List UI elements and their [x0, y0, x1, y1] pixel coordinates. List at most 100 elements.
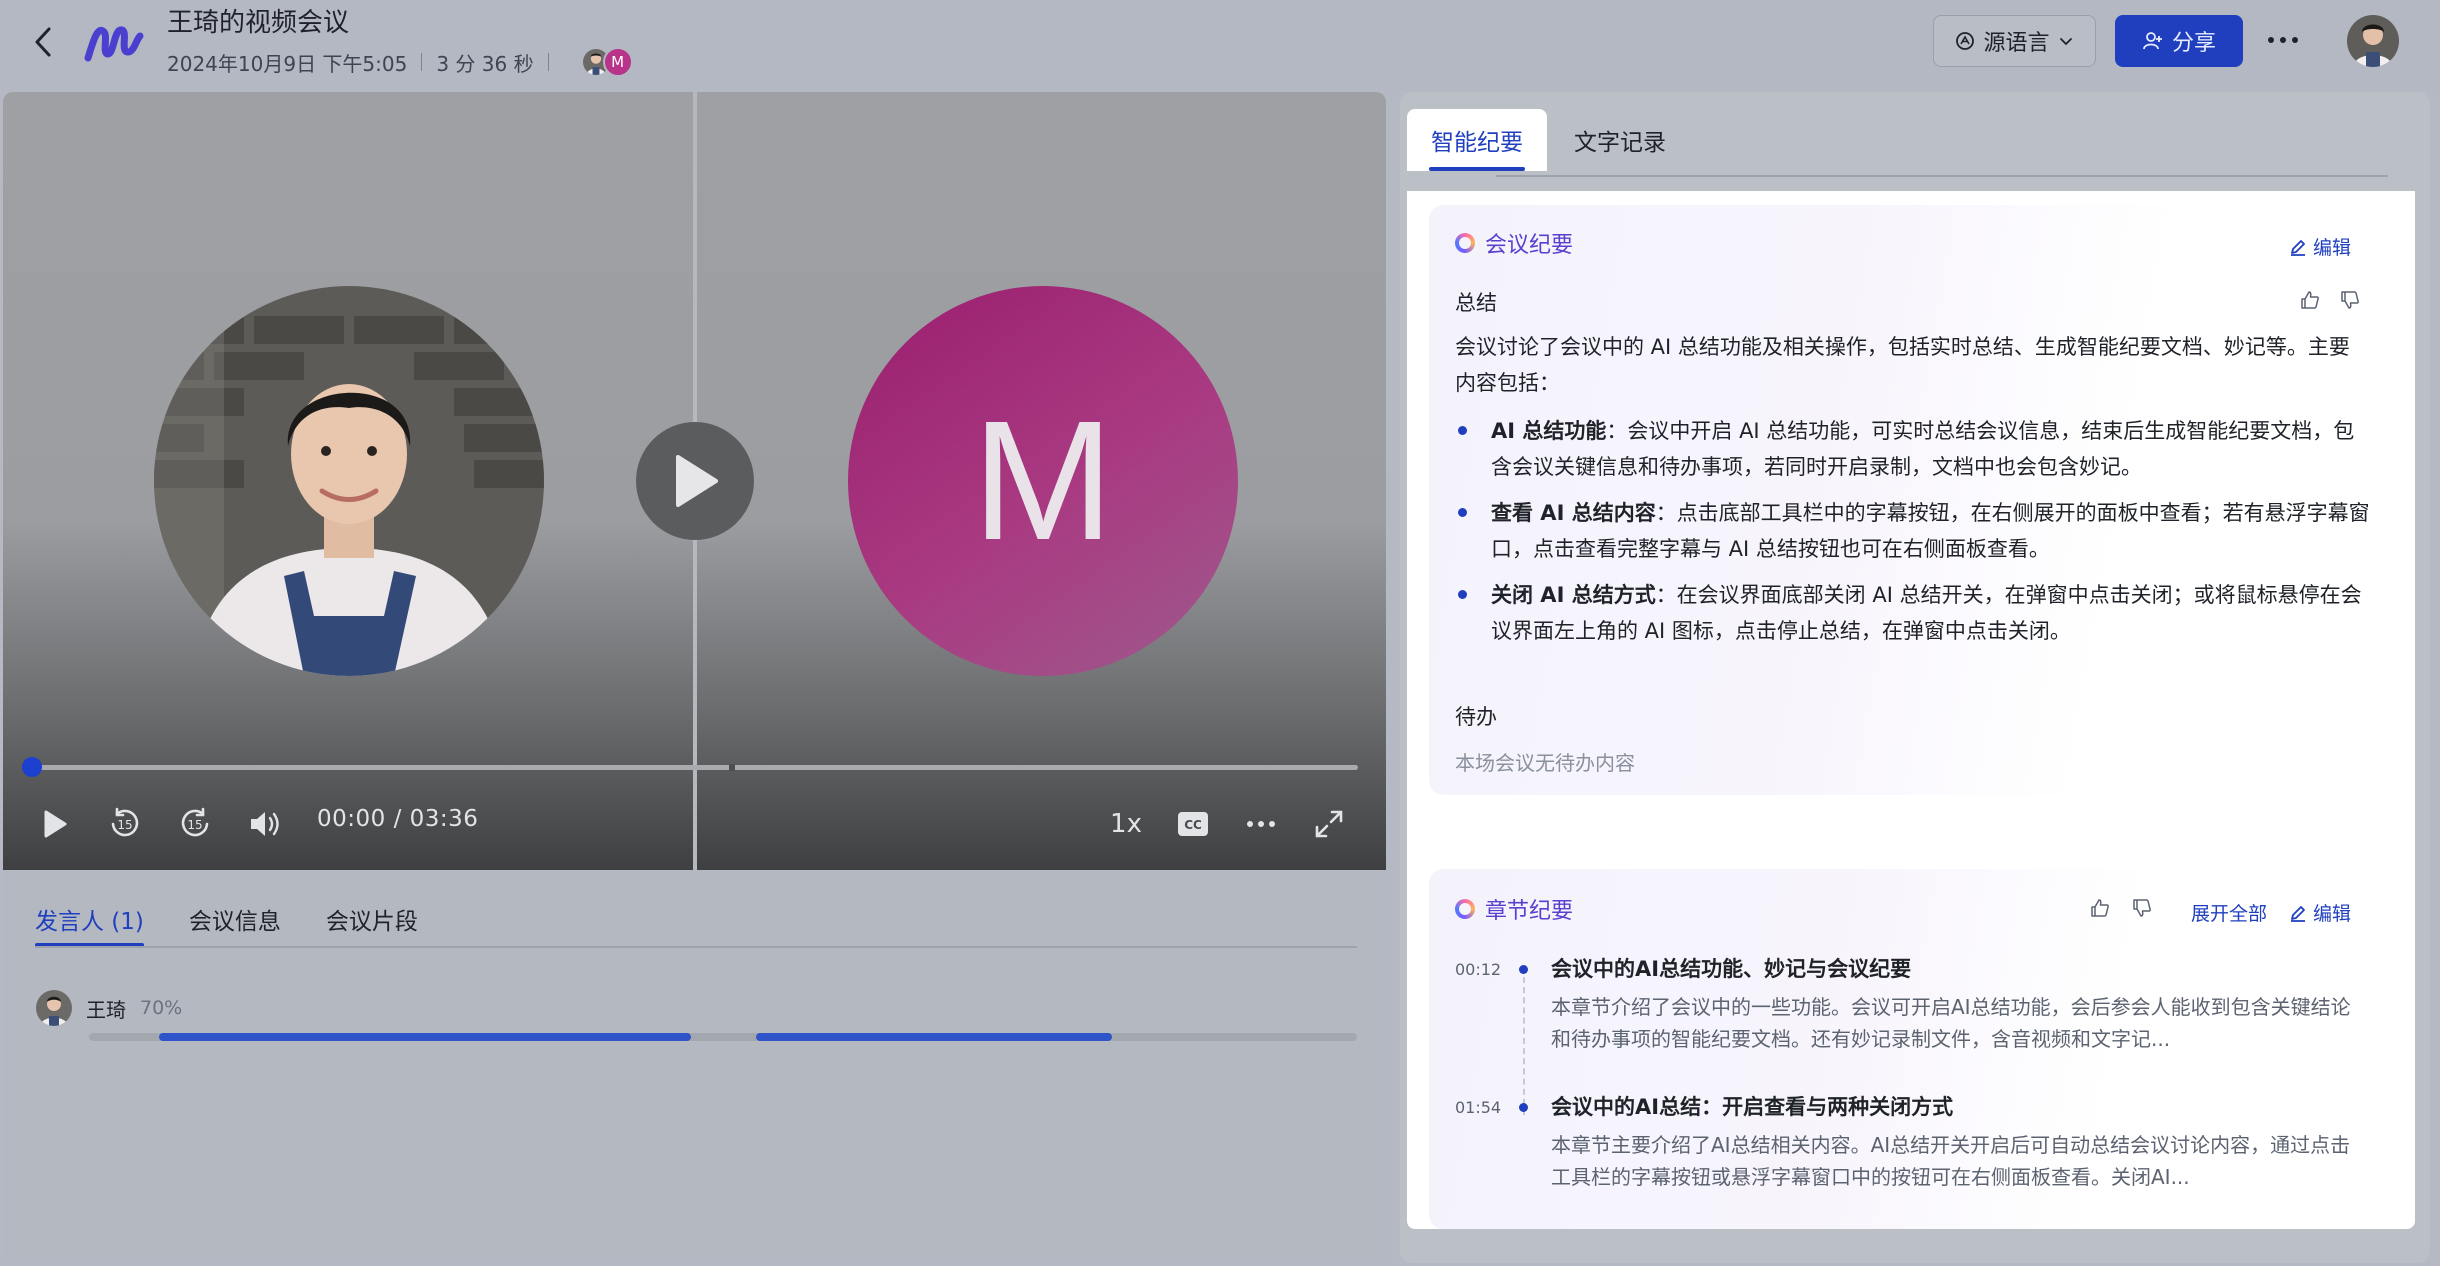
thumbs-down-icon	[2341, 291, 2359, 309]
tab-speakers[interactable]: 发言人 (1)	[35, 902, 144, 947]
back-button[interactable]	[28, 22, 58, 62]
play-button[interactable]	[33, 802, 77, 846]
bullet-heading: 查看 AI 总结内容	[1491, 501, 1656, 525]
caption-button[interactable]: CC	[1171, 802, 1215, 846]
video-progress-bar[interactable]	[33, 764, 1358, 771]
meeting-title: 王琦的视频会议	[167, 8, 350, 38]
chapter-minutes-section: 章节纪要 展开全部 编辑 00:12 会议中的AI总结功能、妙记与会议纪要 本章…	[1429, 869, 2393, 1229]
forward-15-button[interactable]: 15	[173, 802, 217, 846]
speaker-talk-timeline[interactable]	[89, 1033, 1357, 1041]
like-chapters-button[interactable]	[2087, 895, 2113, 921]
dislike-summary-button[interactable]	[2337, 287, 2363, 313]
cc-icon: CC	[1178, 812, 1208, 836]
playback-time: 00:00 / 03:36	[317, 806, 479, 832]
more-horizontal-icon	[2268, 37, 2298, 43]
speaker-video-tile	[154, 286, 544, 676]
bullet-text: ：会议中开启 AI 总结功能，可实时总结会议信息，结束后生成智能纪要文档，包含会…	[1491, 419, 2355, 479]
volume-icon	[251, 812, 279, 836]
user-avatar[interactable]	[2347, 15, 2399, 67]
chapter-title[interactable]: 会议中的AI总结：开启查看与两种关闭方式	[1551, 1091, 1953, 1121]
chapter-time[interactable]: 01:54	[1455, 1098, 1501, 1117]
more-horizontal-icon	[1247, 821, 1275, 827]
meeting-duration: 3 分 36 秒	[436, 51, 534, 76]
tab-meeting-clips[interactable]: 会议片段	[326, 902, 418, 944]
volume-button[interactable]	[243, 802, 287, 846]
summary-bullet: 关闭 AI 总结方式：在会议界面底部关闭 AI 总结开关，在弹窗中点击关闭；或将…	[1455, 577, 2375, 649]
edit-minutes-button[interactable]: 编辑	[2289, 233, 2351, 260]
meeting-meta: 2024年10月9日 下午5:05 3 分 36 秒 M	[167, 47, 633, 77]
bullet-heading: 关闭 AI 总结方式	[1491, 583, 1656, 607]
edit-icon	[2291, 239, 2305, 256]
meeting-date: 2024年10月9日 下午5:05	[167, 51, 408, 76]
expand-all-button[interactable]: 展开全部	[2191, 899, 2267, 926]
like-summary-button[interactable]	[2297, 287, 2323, 313]
summary-bullet: AI 总结功能：会议中开启 AI 总结功能，可实时总结会议信息，结束后生成智能纪…	[1455, 413, 2375, 485]
speaker-name: 王琦	[86, 997, 126, 1022]
playback-speed-button[interactable]: 1x	[1101, 802, 1151, 846]
left-tabs: 发言人 (1) 会议信息 会议片段	[35, 902, 418, 947]
meta-divider	[421, 53, 423, 71]
svg-text:15: 15	[187, 818, 202, 832]
video-player[interactable]: M 15 15 00:00 / 03:36 1x CC	[3, 92, 1386, 870]
tabs-underline	[35, 946, 1357, 948]
speaker-percent: 70%	[140, 997, 183, 1019]
more-controls-button[interactable]	[1239, 802, 1283, 846]
edit-chapters-button[interactable]: 编辑	[2289, 899, 2351, 926]
progress-segment-gap	[729, 764, 735, 771]
dislike-chapters-button[interactable]	[2129, 895, 2155, 921]
source-language-dropdown[interactable]: 源语言	[1933, 15, 2096, 67]
edit-chapters-label: 编辑	[2313, 903, 2352, 925]
chapter-dot	[1519, 965, 1528, 974]
chapter-text: 本章节介绍了会议中的一些功能。会议可开启AI总结功能，会后参会人能收到包含关键结…	[1551, 995, 2351, 1051]
participant-avatars[interactable]: M	[580, 47, 633, 77]
chevron-left-icon	[35, 27, 51, 57]
summary-text: 会议讨论了会议中的 AI 总结功能及相关操作，包括实时总结、生成智能纪要文档、妙…	[1455, 335, 2350, 395]
todo-empty-text: 本场会议无待办内容	[1455, 751, 1635, 775]
fullscreen-button[interactable]	[1307, 802, 1351, 846]
ai-ring-icon	[1455, 233, 1475, 253]
meta-divider	[547, 53, 549, 71]
bullet-heading: AI 总结功能	[1491, 419, 1607, 443]
tab-smart-minutes[interactable]: 智能纪要	[1407, 109, 1547, 171]
edit-icon	[2291, 905, 2305, 922]
progress-handle[interactable]	[22, 757, 42, 777]
meeting-minutes-title-text: 会议纪要	[1485, 233, 1574, 258]
summary-bullet: 查看 AI 总结内容：点击底部工具栏中的字幕按钮，在右侧展开的面板中查看；若有悬…	[1455, 495, 2375, 567]
chapter-time[interactable]: 00:12	[1455, 960, 1501, 979]
chevron-down-icon	[2059, 38, 2072, 46]
right-tabs-underline	[1496, 175, 2388, 177]
app-logo-icon	[84, 18, 144, 66]
participant-video-tile-m: M	[848, 286, 1238, 676]
fullscreen-icon	[1315, 810, 1343, 838]
more-options-button[interactable]	[2263, 20, 2303, 60]
playback-speed-label: 1x	[1110, 809, 1142, 839]
source-language-label: 源语言	[1983, 31, 2050, 56]
chapter-dot	[1519, 1103, 1528, 1112]
tab-smart-minutes-label: 智能纪要	[1431, 130, 1523, 156]
rewind-15-button[interactable]: 15	[103, 802, 147, 846]
thumbs-up-icon	[2091, 899, 2109, 917]
chapter-title[interactable]: 会议中的AI总结功能、妙记与会议纪要	[1551, 953, 1911, 983]
speaker-panel: 发言人 (1) 会议信息 会议片段 王琦 70%	[3, 870, 1386, 1263]
play-icon	[676, 455, 718, 507]
thumbs-up-icon	[2301, 291, 2319, 309]
chapter-text: 本章节主要介绍了AI总结相关内容。AI总结开关开启后可自动总结会议讨论内容，通过…	[1551, 1133, 2351, 1189]
edit-minutes-label: 编辑	[2313, 237, 2352, 259]
tab-meeting-info[interactable]: 会议信息	[189, 902, 281, 944]
tab-transcript[interactable]: 文字记录	[1550, 109, 1690, 171]
share-button[interactable]: 分享	[2115, 15, 2243, 67]
translate-icon	[1956, 32, 1975, 50]
notes-panel: 智能纪要 文字记录 会议纪要 编辑 总结 会议讨论了会议中的 AI 总结功能及相…	[1400, 92, 2430, 1263]
summary-heading: 总结	[1455, 291, 1497, 315]
play-icon	[44, 810, 67, 838]
talk-segment	[756, 1033, 1112, 1041]
ai-ring-icon	[1455, 899, 1475, 919]
meeting-minutes-section: 会议纪要 编辑 总结 会议讨论了会议中的 AI 总结功能及相关操作，包括实时总结…	[1429, 205, 2393, 795]
speaker-row[interactable]: 王琦 70%	[36, 990, 182, 1026]
participant-avatar-m: M	[602, 47, 633, 77]
thumbs-down-icon	[2133, 899, 2151, 917]
todo-heading: 待办	[1455, 705, 1497, 729]
big-play-button[interactable]	[636, 422, 754, 540]
chapter-minutes-title: 章节纪要	[1455, 893, 1573, 925]
meeting-minutes-title: 会议纪要	[1455, 227, 1573, 259]
